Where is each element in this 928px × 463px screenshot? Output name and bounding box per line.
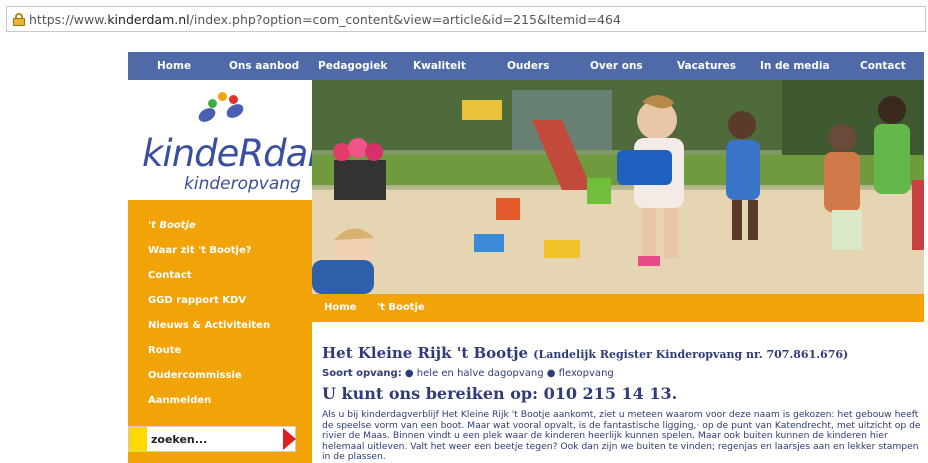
- sidebar-item-waar-zit[interactable]: Waar zit 't Bootje?: [148, 245, 252, 256]
- breadcrumb-current[interactable]: 't Bootje: [377, 302, 425, 313]
- sidebar-menu: 't Bootje Waar zit 't Bootje? Contact GG…: [128, 200, 312, 463]
- nav-ouders[interactable]: Ouders: [507, 60, 549, 72]
- nav-contact[interactable]: Contact: [860, 60, 906, 72]
- url-host: kinderdam.nl: [107, 11, 190, 27]
- nav-ons-aanbod[interactable]: Ons aanbod: [229, 60, 299, 72]
- sidebar-item-contact[interactable]: Contact: [148, 270, 192, 281]
- sidebar-item-t-bootje[interactable]: 't Bootje: [148, 220, 196, 231]
- article-body: Als u bij kinderdagverblijf Het Kleine R…: [322, 409, 921, 463]
- nav-vacatures[interactable]: Vacatures: [677, 60, 736, 72]
- breadcrumb-home[interactable]: Home: [324, 302, 356, 313]
- sidebar-item-aanmelden[interactable]: Aanmelden: [148, 395, 211, 406]
- website: Home Ons aanbod Pedagogiek Kwaliteit Oud…: [128, 52, 924, 463]
- care-type-value: ● hele en halve dagopvang ● flexopvang: [401, 368, 614, 379]
- logo[interactable]: kindeRdam kinderopvang: [128, 80, 343, 200]
- care-type-line: Soort opvang: ● hele en halve dagopvang …: [322, 368, 614, 379]
- register-number: (Landelijk Register Kinderopvang nr. 707…: [533, 348, 849, 361]
- top-navigation: Home Ons aanbod Pedagogiek Kwaliteit Oud…: [128, 52, 924, 80]
- page-title: Het Kleine Rijk 't Bootje (Landelijk Reg…: [322, 344, 848, 362]
- sidebar-item-nieuws[interactable]: Nieuws & Activiteiten: [148, 320, 270, 331]
- sidebar-item-route[interactable]: Route: [148, 345, 181, 356]
- search-input[interactable]: [151, 430, 271, 448]
- sidebar-item-oudercommissie[interactable]: Oudercommissie: [148, 370, 242, 381]
- care-type-label: Soort opvang:: [322, 368, 402, 379]
- nav-kwaliteit[interactable]: Kwaliteit: [413, 60, 466, 72]
- sidebar-item-ggd-rapport[interactable]: GGD rapport KDV: [148, 295, 246, 306]
- nav-in-de-media[interactable]: In de media: [760, 60, 830, 72]
- search-submit-arrow-icon[interactable]: [283, 428, 296, 450]
- title-text: Het Kleine Rijk 't Bootje: [322, 344, 529, 362]
- address-bar[interactable]: https://www. kinderdam.nl/index.php?optio…: [6, 6, 926, 32]
- url-path: /index.php?option=com_content&view=artic…: [189, 11, 621, 27]
- article-content: Het Kleine Rijk 't Bootje (Landelijk Reg…: [312, 322, 924, 463]
- phone-heading: U kunt ons bereiken op: 010 215 14 13.: [322, 384, 678, 403]
- nav-pedagogiek[interactable]: Pedagogiek: [318, 60, 387, 72]
- logo-dots: [196, 92, 256, 132]
- url-prefix: https://www.: [29, 11, 108, 27]
- nav-home[interactable]: Home: [157, 60, 191, 72]
- breadcrumb: Home 't Bootje: [312, 294, 924, 322]
- search-box: [128, 426, 296, 452]
- nav-over-ons[interactable]: Over ons: [590, 60, 643, 72]
- header-photo: [312, 80, 924, 294]
- lock-icon: [13, 12, 25, 26]
- logo-tagline: kinderopvang: [184, 174, 301, 194]
